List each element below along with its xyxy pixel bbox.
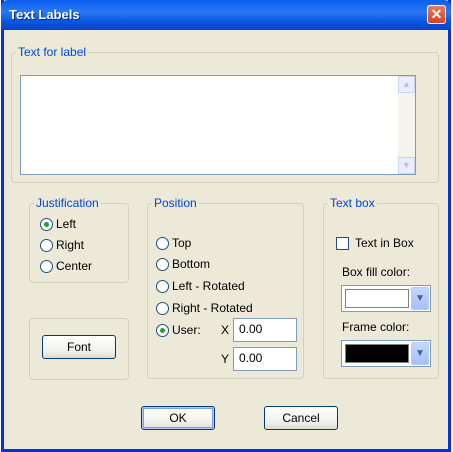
radio-unselected-icon (156, 279, 169, 293)
position-user-radio[interactable]: User: (156, 323, 201, 337)
radio-unselected-icon (156, 257, 169, 271)
position-right-rotated-radio[interactable]: Right - Rotated (156, 301, 253, 315)
position-top-radio[interactable]: Top (156, 236, 191, 250)
justification-center-radio[interactable]: Center (40, 259, 92, 273)
radio-selected-icon (156, 323, 169, 337)
text-for-label-group: Text for label ▲ ▼ (11, 45, 439, 183)
text-in-box-label: Text in Box (355, 236, 414, 250)
close-icon[interactable]: ✕ (427, 5, 446, 24)
position-right-rotated-label: Right - Rotated (172, 301, 253, 315)
frame-color-label: Frame color: (342, 320, 410, 334)
radio-unselected-icon (156, 236, 169, 250)
justification-left-label: Left (56, 217, 77, 231)
text-labels-dialog: Text Labels ✕ Text for label ▲ ▼ Justifi… (1, 0, 451, 452)
position-bottom-radio[interactable]: Bottom (156, 257, 210, 271)
radio-unselected-icon (40, 259, 53, 273)
font-group: Font (29, 318, 129, 380)
justification-center-label: Center (56, 259, 93, 273)
label-text-area[interactable]: ▲ ▼ (20, 75, 416, 175)
dialog-body: Text for label ▲ ▼ Justification Left Ri… (4, 30, 448, 449)
y-coordinate-input[interactable]: 0.00 (233, 347, 297, 371)
radio-selected-icon (40, 217, 53, 231)
justification-left-radio[interactable]: Left (40, 217, 76, 231)
text-for-label-legend: Text for label (18, 45, 87, 59)
cancel-button[interactable]: Cancel (264, 406, 338, 430)
font-button[interactable]: Font (42, 335, 116, 359)
text-in-box-checkbox[interactable]: Text in Box (336, 236, 414, 250)
checkbox-icon (336, 236, 349, 250)
box-fill-color-swatch (345, 289, 409, 308)
frame-color-swatch (345, 344, 409, 363)
frame-color-dropdown[interactable]: ▼ (341, 340, 431, 367)
ok-button[interactable]: OK (141, 406, 215, 430)
x-label: X (221, 323, 230, 337)
box-fill-color-dropdown[interactable]: ▼ (341, 285, 431, 312)
justification-legend: Justification (36, 196, 99, 210)
radio-unselected-icon (156, 301, 169, 315)
x-coordinate-input[interactable]: 0.00 (233, 318, 297, 342)
justification-right-radio[interactable]: Right (40, 238, 84, 252)
text-box-legend: Text box (330, 196, 375, 210)
text-box-group: Text box Text in Box Box fill color: ▼ F… (323, 196, 439, 379)
vertical-scrollbar[interactable]: ▲ ▼ (398, 76, 415, 174)
position-group: Position Top Bottom Left - Rotated Right… (147, 196, 304, 379)
title-bar[interactable]: Text Labels ✕ (1, 0, 451, 30)
position-user-label: User: (172, 323, 201, 337)
justification-right-label: Right (56, 238, 85, 252)
chevron-down-icon[interactable]: ▼ (411, 287, 429, 310)
scroll-up-icon[interactable]: ▲ (398, 76, 415, 93)
y-label: Y (221, 352, 230, 366)
radio-unselected-icon (40, 238, 53, 252)
position-legend: Position (154, 196, 197, 210)
position-left-rotated-label: Left - Rotated (172, 279, 245, 293)
justification-group: Justification Left Right Center (29, 196, 129, 283)
position-left-rotated-radio[interactable]: Left - Rotated (156, 279, 245, 293)
position-top-label: Top (172, 236, 192, 250)
window-title: Text Labels (9, 7, 80, 22)
chevron-down-icon[interactable]: ▼ (411, 342, 429, 365)
position-bottom-label: Bottom (172, 257, 211, 271)
box-fill-color-label: Box fill color: (342, 265, 411, 279)
scroll-down-icon[interactable]: ▼ (398, 157, 415, 174)
